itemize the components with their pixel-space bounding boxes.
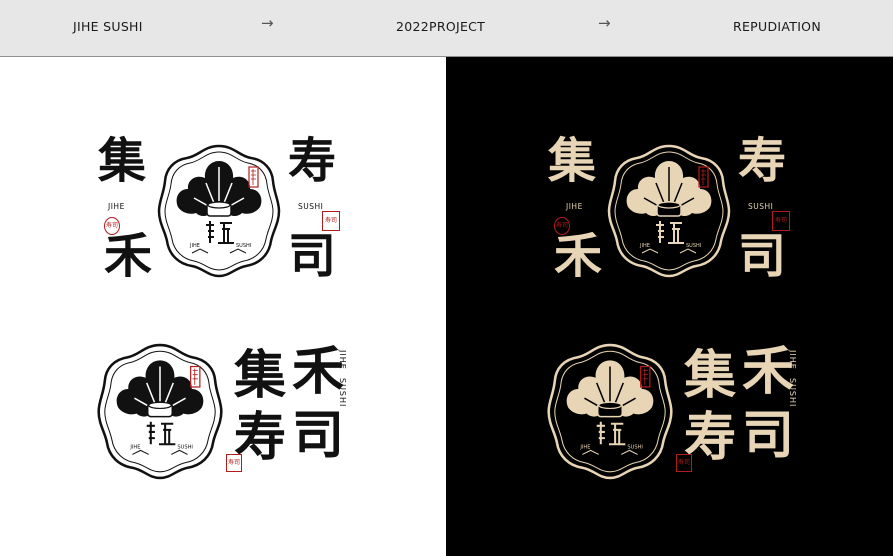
logo-en-jihe: JIHE bbox=[108, 202, 125, 211]
svg-text:SUSHI: SUSHI bbox=[627, 444, 643, 450]
logo-char-si: 司 bbox=[288, 228, 337, 284]
logo-en-sushi-vertical: SUSHI bbox=[338, 378, 347, 408]
dark-version-panel: 集 JIHE 寿司 禾 JIHE SUSHI 寿 SUSHI 寿司 司 JIHE… bbox=[446, 57, 893, 556]
light-version-panel: 集 JIHE 寿司 禾 JIHE SUSHI 寿 SUSHI 寿司 司 JIHE… bbox=[0, 57, 446, 556]
logo-en-jihe: JIHE bbox=[566, 202, 583, 211]
logo-char-si: 司 bbox=[292, 405, 345, 466]
sushi-emblem-icon: JIHE SUSHI bbox=[157, 144, 281, 278]
arrow-right-icon[interactable]: → bbox=[598, 14, 611, 32]
logo-char-si: 司 bbox=[738, 228, 787, 284]
logo-en-sushi: SUSHI bbox=[298, 202, 324, 211]
header-brand-label[interactable]: JIHE SUSHI bbox=[73, 19, 143, 34]
logo-char-ji: 集 bbox=[234, 345, 287, 406]
logo-char-he: 禾 bbox=[104, 228, 153, 284]
logo-char-ji: 集 bbox=[98, 133, 147, 189]
logo-char-ji: 集 bbox=[684, 345, 737, 406]
svg-text:JIHE: JIHE bbox=[639, 243, 650, 249]
logo-en-jihe-vertical: JIHE bbox=[338, 350, 347, 370]
svg-text:SUSHI: SUSHI bbox=[177, 444, 193, 450]
arrow-right-icon[interactable]: → bbox=[261, 14, 274, 32]
logo-char-he: 禾 bbox=[742, 341, 795, 402]
logo-stacked-dark: JIHE SUSHI 集 寿 寿司 禾 司 JIHE SUSHI bbox=[542, 342, 802, 482]
logo-char-shou: 寿 bbox=[288, 133, 337, 189]
logo-en-jihe-vertical: JIHE bbox=[788, 350, 797, 370]
logo-en-sushi: SUSHI bbox=[748, 202, 774, 211]
svg-text:JIHE: JIHE bbox=[189, 243, 200, 249]
svg-text:JIHE: JIHE bbox=[129, 444, 140, 450]
svg-text:SUSHI: SUSHI bbox=[686, 243, 701, 249]
sushi-emblem-icon: JIHE SUSHI bbox=[547, 343, 673, 480]
seal-stamp-icon: 寿司 bbox=[676, 454, 692, 472]
svg-text:SUSHI: SUSHI bbox=[236, 243, 251, 249]
logo-char-he: 禾 bbox=[554, 228, 603, 284]
header-bar: JIHE SUSHI → 2022PROJECT → REPUDIATION bbox=[0, 0, 893, 57]
logo-char-he: 禾 bbox=[292, 341, 345, 402]
logo-stacked-light: JIHE SUSHI 集 寿 寿司 禾 司 JIHE SUSHI bbox=[92, 342, 352, 482]
logo-char-si: 司 bbox=[742, 405, 795, 466]
logo-horizontal-dark: 集 JIHE 寿司 禾 JIHE SUSHI 寿 SUSHI 寿司 司 bbox=[548, 137, 798, 287]
logo-char-ji: 集 bbox=[548, 133, 597, 189]
logo-char-shou: 寿 bbox=[738, 133, 787, 189]
sushi-emblem-icon: JIHE SUSHI bbox=[97, 343, 223, 480]
logo-horizontal-light: 集 JIHE 寿司 禾 JIHE SUSHI 寿 SUSHI 寿司 司 bbox=[98, 137, 348, 287]
header-section-label[interactable]: REPUDIATION bbox=[733, 19, 821, 34]
header-project-label[interactable]: 2022PROJECT bbox=[396, 19, 485, 34]
svg-text:JIHE: JIHE bbox=[579, 444, 590, 450]
sushi-emblem-icon: JIHE SUSHI bbox=[607, 144, 731, 278]
seal-stamp-icon: 寿司 bbox=[226, 454, 242, 472]
logo-en-sushi-vertical: SUSHI bbox=[788, 378, 797, 408]
